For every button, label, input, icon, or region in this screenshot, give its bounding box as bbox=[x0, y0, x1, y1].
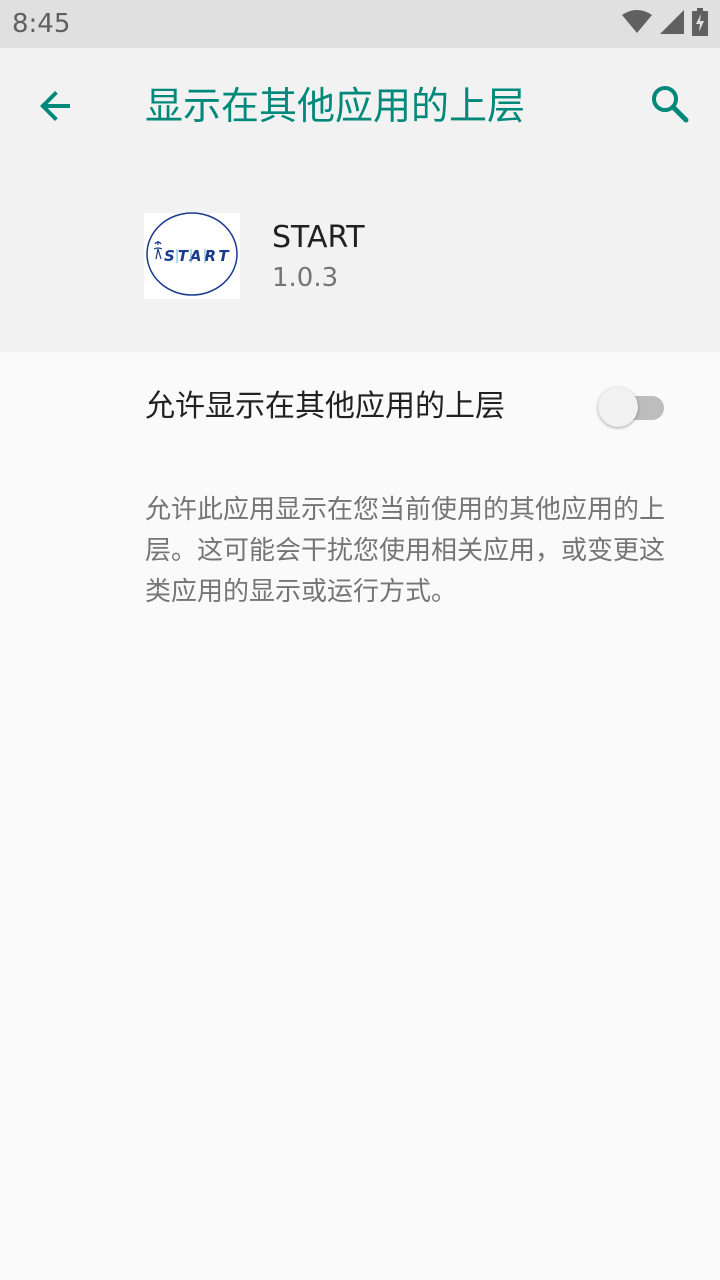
wifi-icon bbox=[622, 10, 652, 38]
page-title: 显示在其他应用的上层 bbox=[145, 84, 526, 128]
app-name: START bbox=[272, 220, 365, 255]
allow-overlay-setting-row[interactable]: 允许显示在其他应用的上层 bbox=[0, 352, 720, 460]
setting-description: 允许此应用显示在您当前使用的其他应用的上层。这可能会干扰您使用相关应用，或变更这… bbox=[145, 495, 666, 607]
app-version: 1.0.3 bbox=[272, 263, 339, 293]
switch-thumb bbox=[598, 387, 638, 427]
svg-text:START: START bbox=[164, 247, 232, 265]
allow-overlay-label: 允许显示在其他应用的上层 bbox=[145, 389, 505, 424]
signal-icon bbox=[660, 10, 684, 38]
app-icon: START bbox=[144, 211, 240, 301]
battery-charging-icon bbox=[692, 8, 708, 40]
start-app-logo: START bbox=[145, 211, 239, 301]
status-time: 8:45 bbox=[12, 9, 71, 39]
status-icons bbox=[622, 8, 708, 40]
arrow-back-icon bbox=[36, 86, 76, 130]
search-button[interactable] bbox=[640, 78, 700, 134]
status-bar: 8:45 bbox=[0, 0, 720, 48]
allow-overlay-switch[interactable] bbox=[598, 385, 668, 429]
back-button[interactable] bbox=[28, 80, 84, 136]
search-icon bbox=[650, 84, 690, 128]
